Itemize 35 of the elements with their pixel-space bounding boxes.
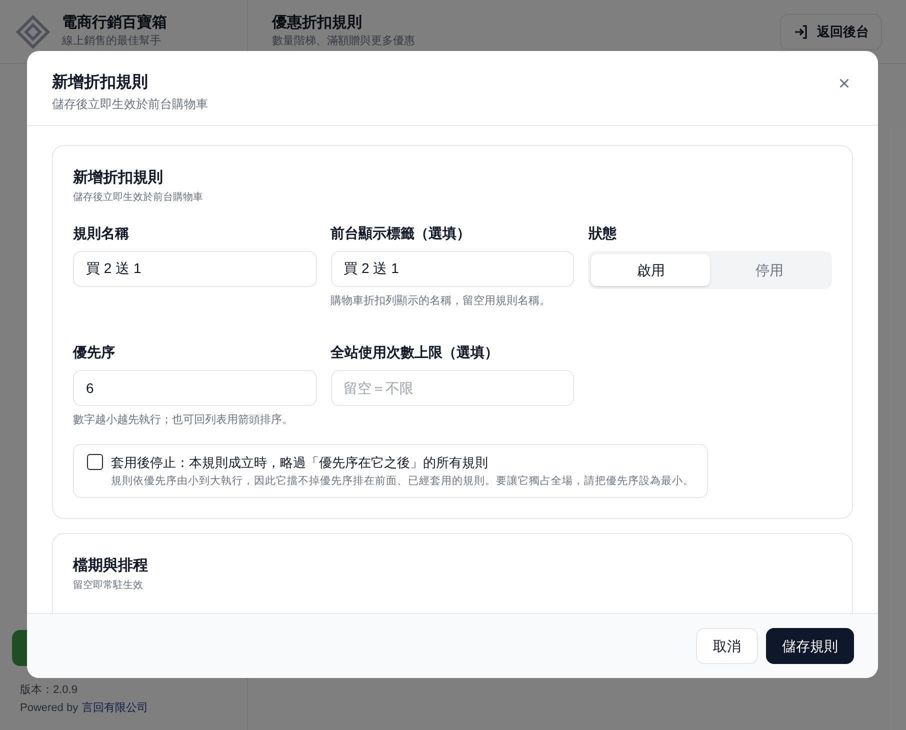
cancel-button[interactable]: 取消 bbox=[696, 628, 758, 664]
section-subtitle: 儲存後立即生效於前台購物車 bbox=[73, 190, 204, 205]
page-subtitle: 數量階梯、滿額贈與更多優惠 bbox=[272, 34, 415, 50]
company-link[interactable]: 言回有限公司 bbox=[82, 698, 148, 718]
section-title: 檔期與排程 bbox=[73, 556, 149, 576]
help-text: 數字越小越先執行；也可回列表用箭頭排序。 bbox=[73, 412, 294, 428]
priority-field[interactable]: 6 bbox=[73, 370, 317, 406]
status-option[interactable]: 停用 bbox=[710, 254, 830, 286]
app-title: 電商行銷百寶箱 bbox=[62, 13, 167, 34]
dialog-title: 新增折扣規則 bbox=[52, 72, 149, 93]
logo-icon bbox=[16, 14, 50, 48]
display-label-field[interactable]: 買 2 送 1 bbox=[330, 251, 574, 287]
help-text: 規則依優先序由小到大執行，因此它擋不掉優先序排在前面、已經套用的規則。要讓它獨占全場，請把優先序設為最小。 bbox=[111, 474, 694, 489]
usage-limit-field[interactable]: 留空＝不限 bbox=[330, 370, 574, 406]
rule-name-field[interactable]: 買 2 送 1 bbox=[73, 251, 317, 287]
field-label: 前台顯示標籤（選填） bbox=[330, 224, 472, 243]
section-title: 新增折扣規則 bbox=[73, 168, 164, 188]
dialog-subtitle: 儲存後立即生效於前台購物車 bbox=[52, 96, 208, 113]
status-toggle[interactable]: 啟用 停用 bbox=[588, 251, 832, 289]
section-subtitle: 留空即常駐生效 bbox=[73, 578, 144, 593]
status-option[interactable]: 啟用 bbox=[591, 254, 710, 286]
page-title: 優惠折扣規則 bbox=[272, 13, 363, 34]
app-subtitle: 線上銷售的最佳幫手 bbox=[62, 34, 162, 50]
field-label: 全站使用次數上限（選填） bbox=[330, 342, 500, 362]
checkbox[interactable] bbox=[87, 454, 103, 470]
save-button[interactable]: 儲存規則 bbox=[766, 628, 854, 664]
field-label: 狀態 bbox=[588, 224, 618, 243]
sign-in-icon bbox=[793, 24, 809, 40]
powered-by-text: Powered by bbox=[20, 701, 78, 716]
checkbox-label: 套用後停止：本規則成立時，略過「優先序在它之後」的所有規則 bbox=[111, 454, 489, 472]
field-label: 規則名稱 bbox=[73, 224, 130, 243]
field-label: 優先序 bbox=[73, 342, 116, 362]
close-button[interactable]: × bbox=[838, 74, 850, 94]
version-text: 版本：2.0.9 bbox=[19, 683, 78, 698]
help-text: 購物車折扣列顯示的名稱，留空用規則名稱。 bbox=[330, 294, 552, 309]
